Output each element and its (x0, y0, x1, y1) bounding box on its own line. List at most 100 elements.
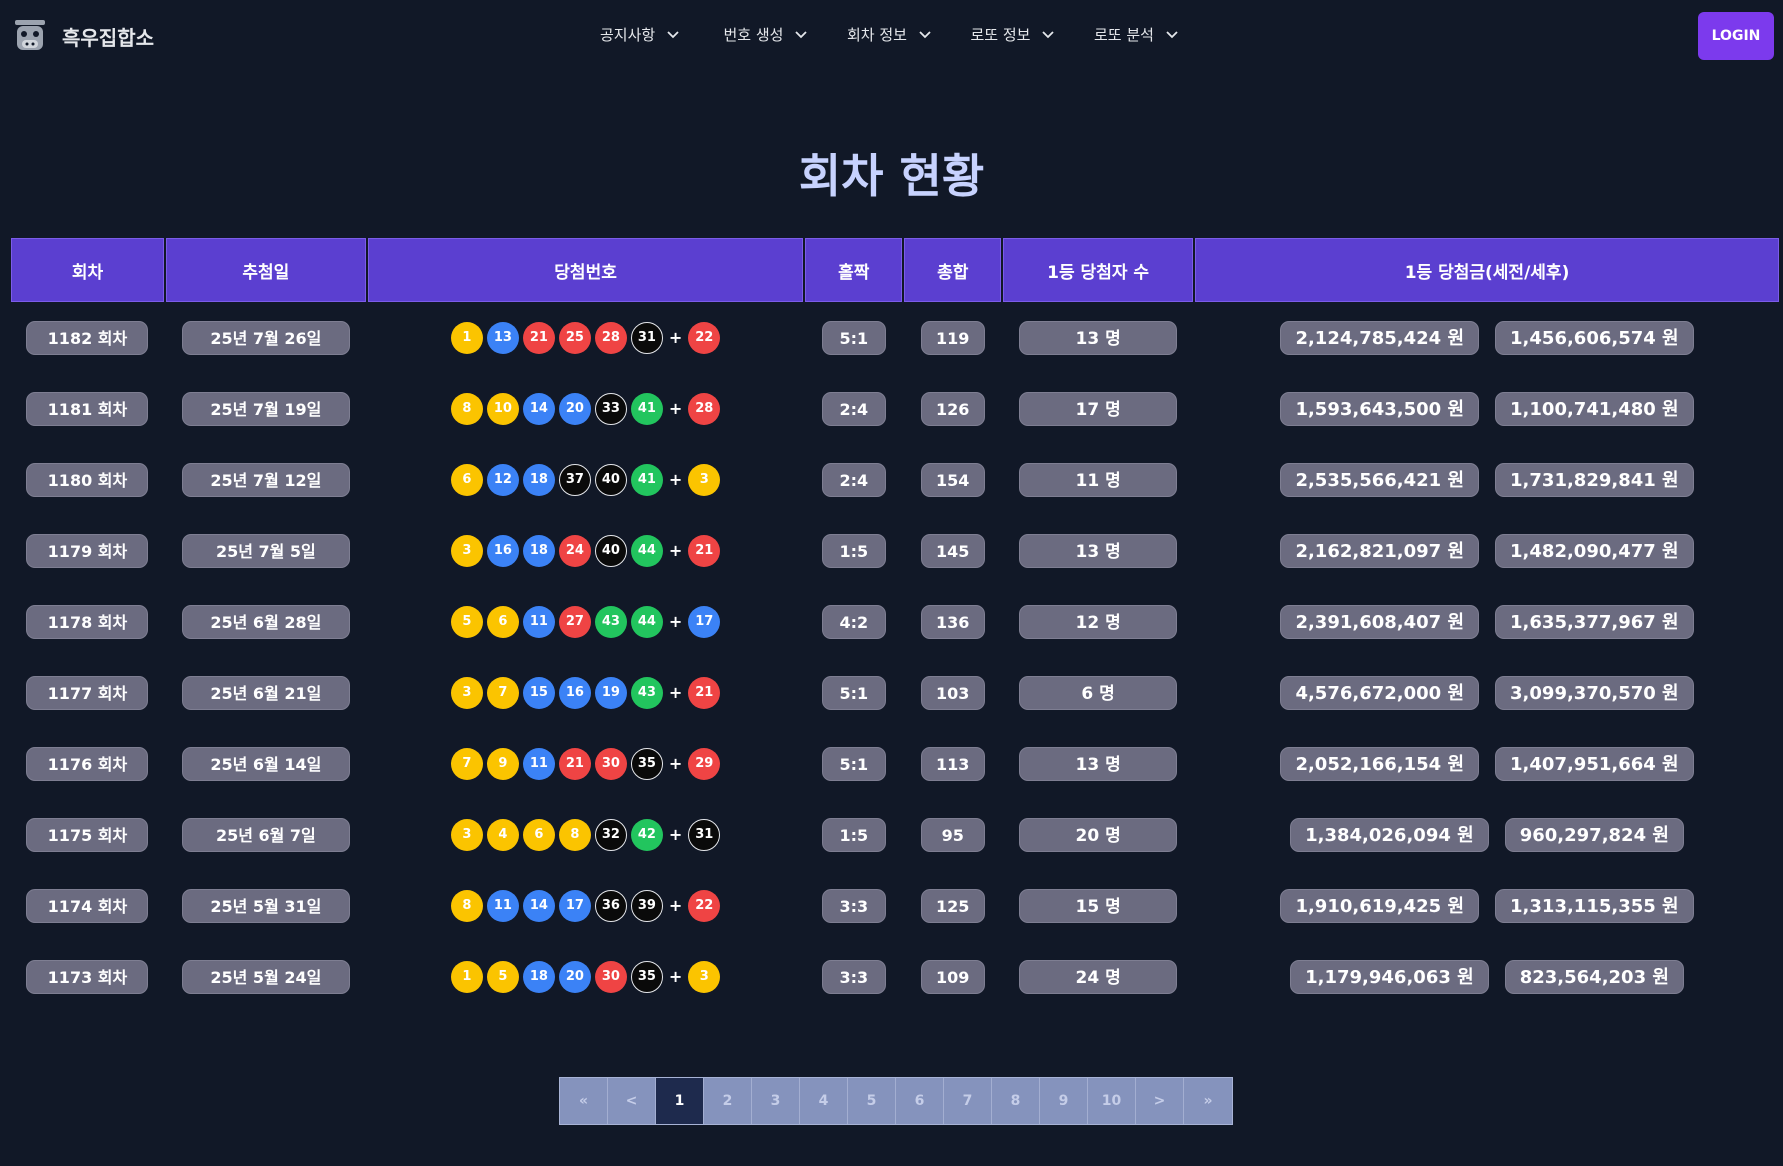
menu-notice[interactable]: 공지사항 (600, 24, 724, 45)
round-badge[interactable]: 1173 회차 (26, 959, 149, 994)
menu-label: 로또 분석 (1094, 26, 1154, 44)
odd-even-badge: 2:4 (821, 462, 886, 497)
table-row[interactable]: 1182 회차 25년 7월 26일 1 13 21 25 28 31 +22 5:1 11… (11, 302, 1779, 373)
header-numbers[interactable]: 당첨번호 (367, 238, 804, 302)
lotto-ball: 4 (486, 818, 519, 851)
round-badge[interactable]: 1181 회차 (26, 391, 149, 426)
page-button-6[interactable]: 6 (896, 1078, 944, 1124)
lotto-ball: 31 (630, 321, 663, 354)
round-badge[interactable]: 1180 회차 (26, 462, 149, 497)
menu-generate[interactable]: 번호 생성 (724, 24, 848, 45)
winning-numbers: 6 12 18 37 40 41 +3 (450, 463, 721, 496)
page-button-1[interactable]: 1 (656, 1078, 704, 1124)
lotto-ball: 13 (486, 321, 519, 354)
first-page-button[interactable]: « (560, 1078, 608, 1124)
prev-page-button[interactable]: < (608, 1078, 656, 1124)
lotto-ball: 11 (522, 747, 555, 780)
login-button[interactable]: LOGIN (1698, 12, 1774, 60)
menu-label: 공지사항 (600, 26, 656, 44)
cell-date: 25년 5월 31일 (166, 870, 366, 941)
table-row[interactable]: 1177 회차 25년 6월 21일 3 7 15 16 19 43 +21 5:1 103… (11, 657, 1779, 728)
page-button-5[interactable]: 5 (848, 1078, 896, 1124)
prize-pretax-badge: 2,391,608,407 원 (1280, 604, 1480, 639)
cell-date: 25년 6월 28일 (166, 586, 366, 657)
lotto-ball: 18 (522, 463, 555, 496)
lotto-ball: 28 (594, 321, 627, 354)
round-badge[interactable]: 1175 회차 (26, 817, 149, 852)
page-button-8[interactable]: 8 (992, 1078, 1040, 1124)
round-badge[interactable]: 1177 회차 (26, 675, 149, 710)
cell-winners: 13 명 (1003, 728, 1193, 799)
chevron-down-icon (919, 30, 931, 38)
round-badge[interactable]: 1179 회차 (26, 533, 149, 568)
lotto-ball: 3 (450, 534, 483, 567)
header-date[interactable]: 추첨일 (165, 238, 366, 302)
round-badge[interactable]: 1182 회차 (26, 320, 149, 355)
page-button-4[interactable]: 4 (800, 1078, 848, 1124)
table-row[interactable]: 1181 회차 25년 7월 19일 8 10 14 20 33 41 +28 2:4 12… (11, 373, 1779, 444)
round-badge[interactable]: 1178 회차 (26, 604, 149, 639)
date-badge: 25년 7월 26일 (181, 320, 350, 355)
cell-numbers: 3 16 18 24 40 44 +21 (368, 515, 804, 586)
cell-round: 1181 회차 (11, 373, 164, 444)
header-prize[interactable]: 1등 당첨금(세전/세후) (1195, 238, 1779, 302)
table-row[interactable]: 1175 회차 25년 6월 7일 3 4 6 8 32 42 +31 1:5 95 20 … (11, 799, 1779, 870)
table-row[interactable]: 1180 회차 25년 7월 12일 6 12 18 37 40 41 +3 2:4 154… (11, 444, 1779, 515)
plus-icon: + (668, 683, 683, 702)
cell-sum: 95 (904, 799, 1001, 870)
table-row[interactable]: 1179 회차 25년 7월 5일 3 16 18 24 40 44 +21 1:5 145… (11, 515, 1779, 586)
lotto-ball: 36 (594, 889, 627, 922)
round-badge[interactable]: 1176 회차 (26, 746, 149, 781)
page-button-7[interactable]: 7 (944, 1078, 992, 1124)
header-winners[interactable]: 1등 당첨자 수 (1003, 238, 1194, 302)
menu-lotto-info[interactable]: 로또 정보 (971, 24, 1095, 45)
menu-lotto-analysis[interactable]: 로또 분석 (1094, 24, 1218, 45)
page-button-10[interactable]: 10 (1088, 1078, 1136, 1124)
date-badge: 25년 7월 5일 (181, 533, 350, 568)
page-button-9[interactable]: 9 (1040, 1078, 1088, 1124)
cell-odd-even: 1:5 (805, 799, 902, 870)
cell-odd-even: 2:4 (805, 373, 902, 444)
lotto-ball: 41 (630, 392, 663, 425)
last-page-button[interactable]: » (1184, 1078, 1232, 1124)
page-button-3[interactable]: 3 (752, 1078, 800, 1124)
winners-badge: 13 명 (1019, 533, 1178, 568)
lotto-ball: 17 (558, 889, 591, 922)
table-body: 1182 회차 25년 7월 26일 1 13 21 25 28 31 +22 5:1 11… (11, 302, 1779, 1012)
header-odd-even[interactable]: 홀짝 (805, 238, 903, 302)
brand[interactable]: 흑우집합소 (12, 18, 154, 54)
round-badge[interactable]: 1174 회차 (26, 888, 149, 923)
cell-winners: 17 명 (1003, 373, 1193, 444)
date-badge: 25년 7월 19일 (181, 391, 350, 426)
header-round[interactable]: 회차 (11, 238, 164, 302)
cell-odd-even: 4:2 (805, 586, 902, 657)
lotto-ball: 10 (486, 392, 519, 425)
prize-pretax-badge: 1,593,643,500 원 (1280, 391, 1480, 426)
table-row[interactable]: 1176 회차 25년 6월 14일 7 9 11 21 30 35 +29 5:1 113… (11, 728, 1779, 799)
menu-round-info[interactable]: 회차 정보 (847, 24, 971, 45)
lotto-ball: 39 (630, 889, 663, 922)
plus-icon: + (668, 967, 683, 986)
header-sum[interactable]: 총합 (904, 238, 1002, 302)
cell-odd-even: 2:4 (805, 444, 902, 515)
cell-date: 25년 5월 24일 (166, 941, 366, 1012)
cell-date: 25년 7월 5일 (166, 515, 366, 586)
date-badge: 25년 7월 12일 (181, 462, 350, 497)
cell-round: 1173 회차 (11, 941, 164, 1012)
cell-round: 1175 회차 (11, 799, 164, 870)
table-row[interactable]: 1178 회차 25년 6월 28일 5 6 11 27 43 44 +17 4:2 136… (11, 586, 1779, 657)
next-page-button[interactable]: > (1136, 1078, 1184, 1124)
page-button-2[interactable]: 2 (704, 1078, 752, 1124)
lotto-ball: 1 (450, 960, 483, 993)
sum-badge: 103 (920, 675, 985, 710)
lotto-ball: 44 (630, 534, 663, 567)
cell-numbers: 7 9 11 21 30 35 +29 (368, 728, 804, 799)
lotto-ball: 7 (486, 676, 519, 709)
cell-winners: 12 명 (1003, 586, 1193, 657)
lotto-ball: 18 (522, 534, 555, 567)
sum-badge: 126 (920, 391, 985, 426)
odd-even-badge: 3:3 (821, 888, 886, 923)
table-row[interactable]: 1174 회차 25년 5월 31일 8 11 14 17 36 39 +22 3:3 12… (11, 870, 1779, 941)
table-row[interactable]: 1173 회차 25년 5월 24일 1 5 18 20 30 35 +3 3:3 109 … (11, 941, 1779, 1012)
bonus-ball: 29 (688, 747, 721, 780)
